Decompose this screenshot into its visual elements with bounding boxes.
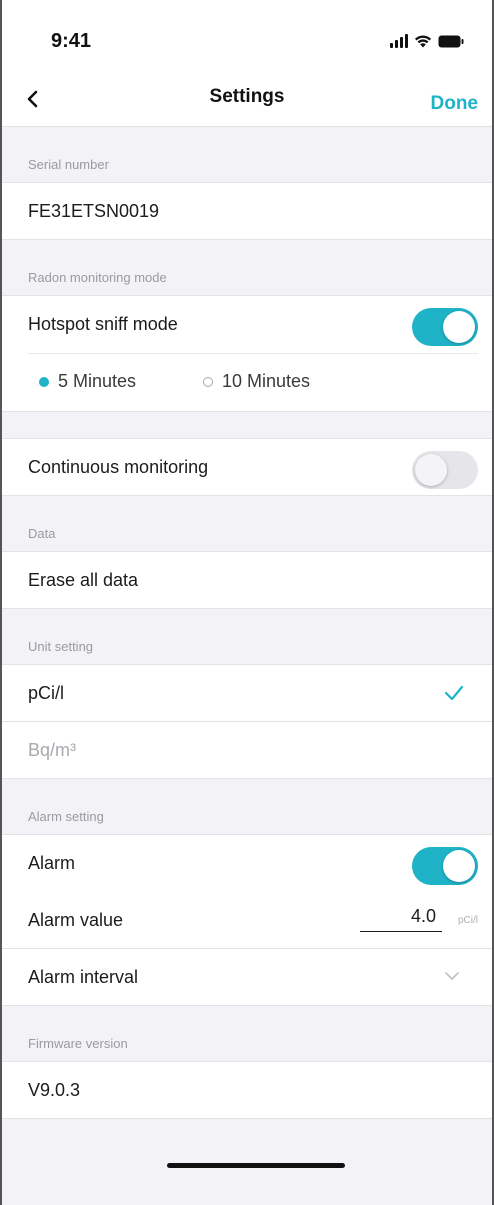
section-header-radon-mode: Radon monitoring mode [2,240,492,296]
navigation-bar: Settings Done [2,72,492,127]
radio-option-10-minutes[interactable]: 10 Minutes [203,371,310,392]
hotspot-sniff-row: Hotspot sniff mode [2,296,492,353]
alarm-value-row: Alarm value pCi/l [2,892,492,949]
alarm-label: Alarm [28,853,76,873]
checkmark-icon [444,685,464,701]
chevron-left-icon[interactable] [22,84,46,114]
firmware-version-value: V9.0.3 [28,1080,81,1100]
erase-all-data-label: Erase all data [28,570,139,590]
status-bar: 9:41 [2,0,492,72]
toggle-knob [443,311,475,343]
done-button[interactable]: Done [431,93,479,115]
radio-label: 10 Minutes [222,371,311,391]
unit-option-bq[interactable]: Bq/m³ [2,722,492,779]
continuous-monitoring-label: Continuous monitoring [28,457,209,477]
toggle-knob [443,850,475,882]
hotspot-sniff-toggle[interactable] [412,308,478,346]
unit-option-pci[interactable]: pCi/l [2,665,492,722]
hotspot-sniff-label: Hotspot sniff mode [28,314,178,334]
status-icons [390,30,464,48]
serial-number-value: FE31ETSN0019 [28,201,160,221]
battery-icon [438,35,464,48]
settings-list: Serial number FE31ETSN0019 Radon monitor… [2,127,492,1205]
section-header-firmware: Firmware version [2,1006,492,1062]
alarm-unit-label: pCi/l [457,915,478,926]
status-time: 9:41 [51,30,92,52]
radio-label: 5 Minutes [58,371,137,391]
page-title: Settings [209,86,285,107]
section-header-alarm: Alarm setting [2,779,492,835]
signal-icon [390,34,408,48]
toggle-knob [415,454,447,486]
alarm-interval-row[interactable]: Alarm interval [2,949,492,1006]
section-header-data: Data [2,496,492,552]
alarm-value-input[interactable] [359,906,442,932]
firmware-version-row: V9.0.3 [2,1062,492,1119]
radio-selected-icon [39,376,49,387]
radio-unselected-icon [203,376,213,387]
section-header-unit: Unit setting [2,609,492,665]
continuous-monitoring-row: Continuous monitoring [2,439,492,496]
radio-option-5-minutes[interactable]: 5 Minutes [39,371,136,392]
serial-number-row: FE31ETSN0019 [2,183,492,240]
continuous-monitoring-toggle[interactable] [412,451,478,489]
sniff-interval-options: 5 Minutes 10 Minutes [2,354,492,412]
wifi-icon [414,34,432,48]
alarm-toggle[interactable] [412,847,478,885]
erase-all-data-row[interactable]: Erase all data [2,552,492,609]
chevron-down-icon [445,972,459,980]
alarm-value-group: pCi/l [359,906,478,932]
alarm-row: Alarm [2,835,492,892]
section-header-serial: Serial number [2,127,492,183]
alarm-interval-label: Alarm interval [28,967,139,987]
settings-screen: 9:41 Settings Done Serial number FE31ETS… [0,0,494,1205]
unit-option-label: Bq/m³ [28,740,77,760]
alarm-value-label: Alarm value [28,910,124,930]
section-spacer [2,412,492,439]
unit-option-label: pCi/l [28,683,65,703]
home-indicator[interactable] [167,1163,345,1168]
